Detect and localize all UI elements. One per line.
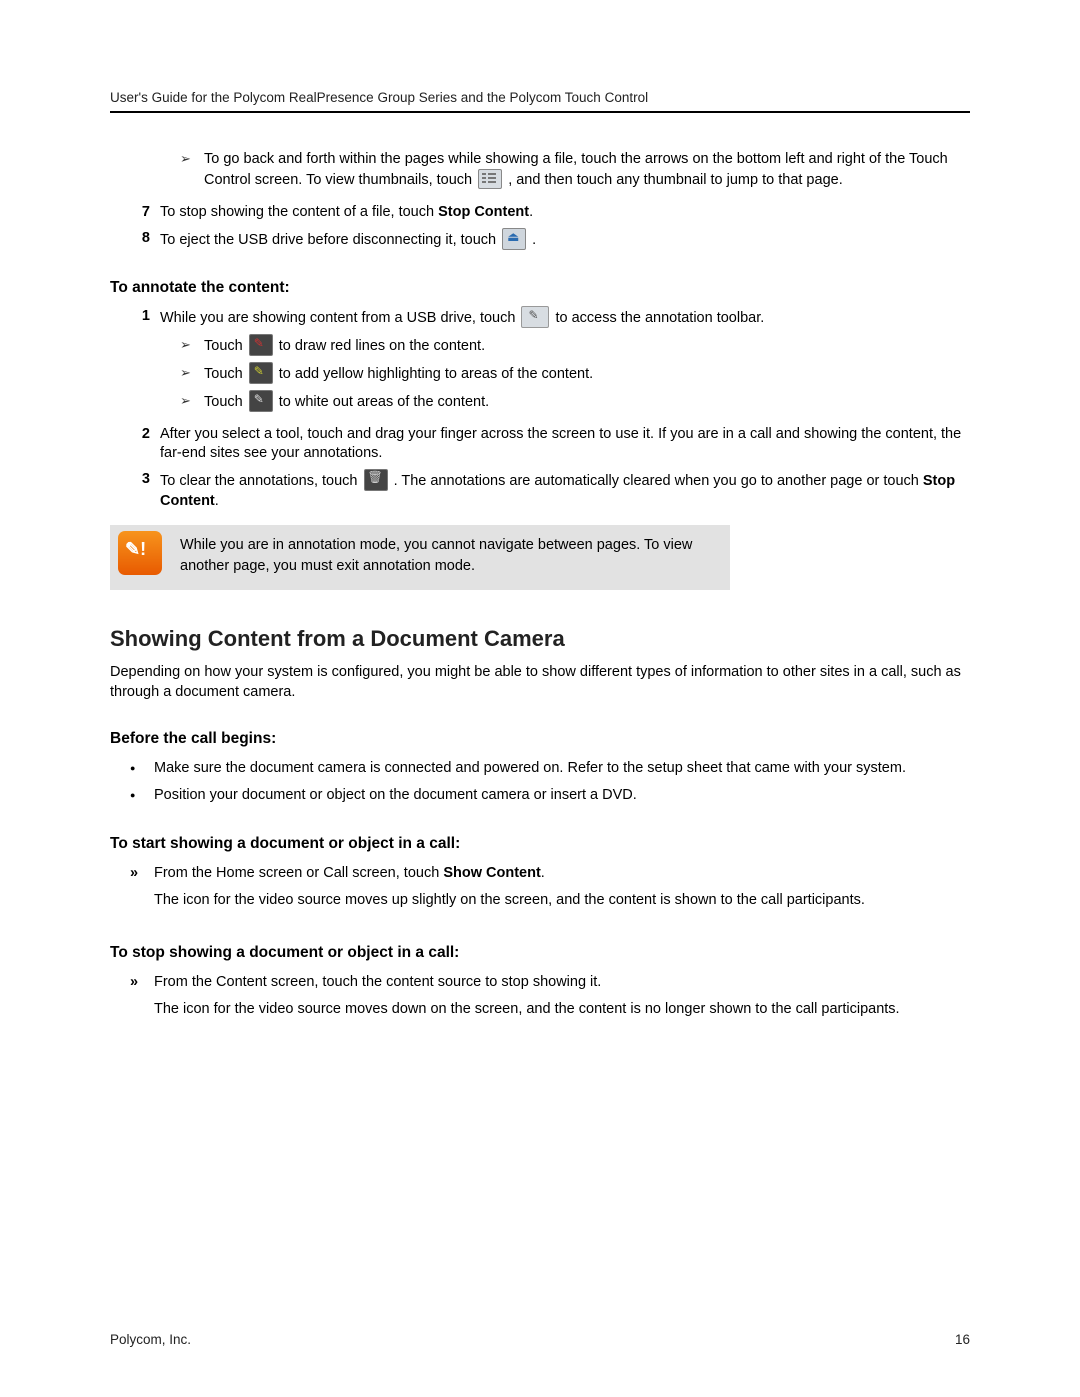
step-body: While you are showing content from a USB… [160, 307, 970, 419]
arrow-bullet-icon [180, 149, 198, 191]
yellow-highlight-icon [249, 362, 273, 384]
step-number: 3 [130, 470, 150, 512]
step-body: After you select a tool, touch and drag … [160, 425, 970, 464]
note-icon-wrap [110, 525, 170, 590]
subheading-annotate: To annotate the content: [110, 279, 970, 297]
step-body: To stop showing the content of a file, t… [160, 203, 970, 223]
step-continuation: To go back and forth within the pages wh… [130, 143, 970, 197]
trash-icon [364, 469, 388, 491]
section-paragraph: Depending on how your system is configur… [110, 662, 970, 703]
eject-icon [502, 228, 526, 250]
warning-note-icon [118, 531, 162, 575]
running-header: User's Guide for the Polycom RealPresenc… [110, 90, 970, 111]
thumbnails-icon [478, 169, 502, 189]
follow-paragraph: The icon for the video source moves up s… [154, 890, 865, 910]
bullet-icon [130, 758, 148, 779]
step-number: 2 [130, 425, 150, 464]
raquo-icon [130, 972, 148, 1025]
sub-item-text: Touch to add yellow highlighting to area… [204, 363, 593, 385]
step-7: 7 To stop showing the content of a file,… [130, 203, 970, 223]
list-item: Position your document or object on the … [154, 785, 637, 806]
raquo-icon [130, 863, 148, 916]
step-8: 8 To eject the USB drive before disconne… [130, 229, 970, 251]
content-area: To go back and forth within the pages wh… [130, 143, 970, 251]
note-callout: While you are in annotation mode, you ca… [110, 525, 730, 590]
white-out-icon [249, 390, 273, 412]
step-number-blank [130, 143, 150, 197]
page-number: 16 [955, 1332, 970, 1347]
subheading-start: To start showing a document or object in… [110, 835, 970, 853]
sub-item-text: To go back and forth within the pages wh… [204, 149, 970, 191]
subheading-before: Before the call begins: [110, 730, 970, 748]
arrow-bullet-icon [180, 391, 198, 413]
annotate-step-2: 2 After you select a tool, touch and dra… [130, 425, 970, 464]
red-pen-icon [249, 334, 273, 356]
list-item: Make sure the document camera is connect… [154, 758, 906, 779]
annotate-step-1: 1 While you are showing content from a U… [130, 307, 970, 419]
arrow-bullet-icon [180, 363, 198, 385]
bullet-icon [130, 785, 148, 806]
follow-paragraph: The icon for the video source moves down… [154, 999, 900, 1019]
step-body: To clear the annotations, touch . The an… [160, 470, 970, 512]
step-body: To eject the USB drive before disconnect… [160, 229, 970, 251]
step-number: 7 [130, 203, 150, 223]
document-page: User's Guide for the Polycom RealPresenc… [0, 0, 1080, 1397]
section-heading: Showing Content from a Document Camera [110, 626, 970, 652]
footer-company: Polycom, Inc. [110, 1332, 191, 1347]
header-rule [110, 111, 970, 113]
list-item: From the Content screen, touch the conte… [154, 972, 900, 1025]
list-item: From the Home screen or Call screen, tou… [154, 863, 865, 916]
sub-item-text: Touch to white out areas of the content. [204, 391, 489, 413]
step-number: 8 [130, 229, 150, 251]
arrow-bullet-icon [180, 335, 198, 357]
subheading-stop: To stop showing a document or object in … [110, 944, 970, 962]
page-footer: Polycom, Inc. 16 [110, 1332, 970, 1347]
note-text: While you are in annotation mode, you ca… [170, 525, 730, 590]
annotation-toolbar-icon [521, 306, 549, 328]
annotate-step-3: 3 To clear the annotations, touch . The … [130, 470, 970, 512]
sub-item-text: Touch to draw red lines on the content. [204, 335, 485, 357]
step-number: 1 [130, 307, 150, 419]
